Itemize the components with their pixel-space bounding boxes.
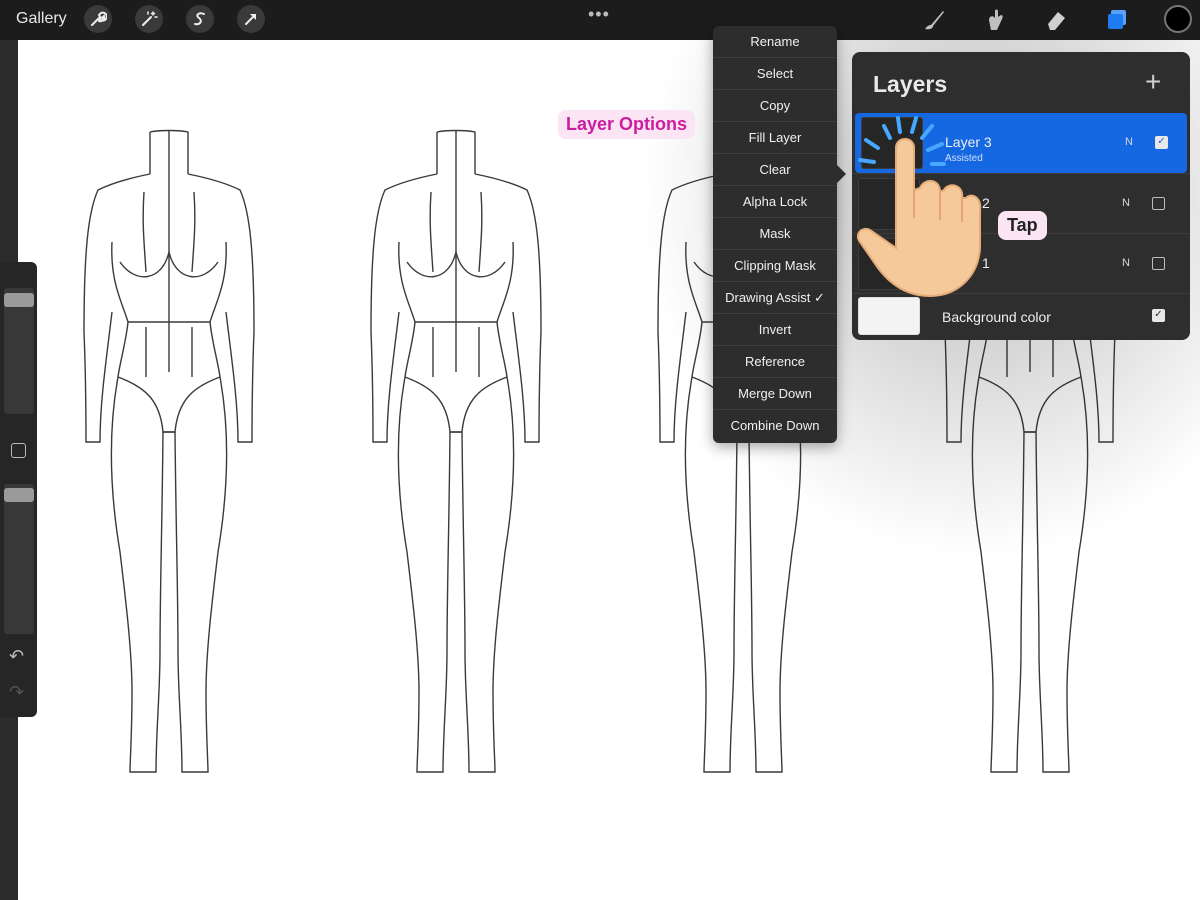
menu-pointer — [837, 165, 846, 183]
layer-name: Background color — [942, 309, 1051, 325]
layer-options-menu: Rename Select Copy Fill Layer Clear Alpha Loc… — [713, 26, 837, 443]
layer-options-annotation: Layer Options — [558, 110, 696, 139]
menu-item[interactable]: Combine Down — [713, 410, 837, 442]
menu-item[interactable]: Clipping Mask — [713, 250, 837, 282]
undo-icon[interactable]: ↶ — [9, 646, 24, 667]
visibility-checkbox[interactable] — [1152, 197, 1165, 210]
color-swatch[interactable] — [1164, 5, 1192, 33]
wrench-icon[interactable] — [84, 5, 112, 33]
menu-item[interactable]: Clear — [713, 154, 837, 186]
blend-mode-button[interactable]: N — [1125, 136, 1133, 148]
blend-mode-button[interactable]: N — [1122, 257, 1130, 269]
add-layer-button[interactable]: + — [1145, 68, 1161, 96]
brush-size-thumb[interactable] — [4, 293, 34, 307]
brush-icon[interactable] — [920, 6, 948, 34]
eyedropper-square-icon[interactable] — [11, 443, 26, 458]
eraser-icon[interactable] — [1042, 6, 1070, 34]
visibility-checkbox[interactable]: ✓ — [1155, 136, 1168, 149]
smudge-icon[interactable] — [981, 6, 1009, 34]
menu-item[interactable]: Mask — [713, 218, 837, 250]
visibility-checkbox[interactable]: ✓ — [1152, 309, 1165, 322]
selection-icon[interactable] — [186, 5, 214, 33]
left-sidebar: ↶ ↷ — [0, 262, 37, 717]
transform-arrow-icon[interactable] — [237, 5, 265, 33]
more-options-icon[interactable]: ••• — [588, 4, 610, 25]
tap-annotation: Tap — [998, 211, 1047, 240]
magic-wand-icon[interactable] — [135, 5, 163, 33]
redo-icon[interactable]: ↷ — [9, 682, 24, 703]
opacity-thumb[interactable] — [4, 488, 34, 502]
blend-mode-button[interactable]: N — [1122, 197, 1130, 209]
top-toolbar: Gallery ••• — [0, 0, 1200, 40]
menu-item[interactable]: Invert — [713, 314, 837, 346]
opacity-slider[interactable] — [4, 484, 34, 634]
menu-item[interactable]: Fill Layer — [713, 122, 837, 154]
visibility-checkbox[interactable] — [1152, 257, 1165, 270]
gallery-button[interactable]: Gallery — [16, 10, 67, 28]
tapping-hand-icon — [856, 116, 982, 298]
menu-item[interactable]: Merge Down — [713, 378, 837, 410]
menu-item[interactable]: Select — [713, 58, 837, 90]
menu-item[interactable]: Copy — [713, 90, 837, 122]
menu-item[interactable]: Alpha Lock — [713, 186, 837, 218]
layers-icon[interactable] — [1103, 6, 1131, 34]
layers-title: Layers — [873, 71, 948, 97]
menu-item[interactable]: Rename — [713, 26, 837, 58]
menu-item[interactable]: Reference — [713, 346, 837, 378]
menu-item[interactable]: Drawing Assist ✓ — [713, 282, 837, 314]
